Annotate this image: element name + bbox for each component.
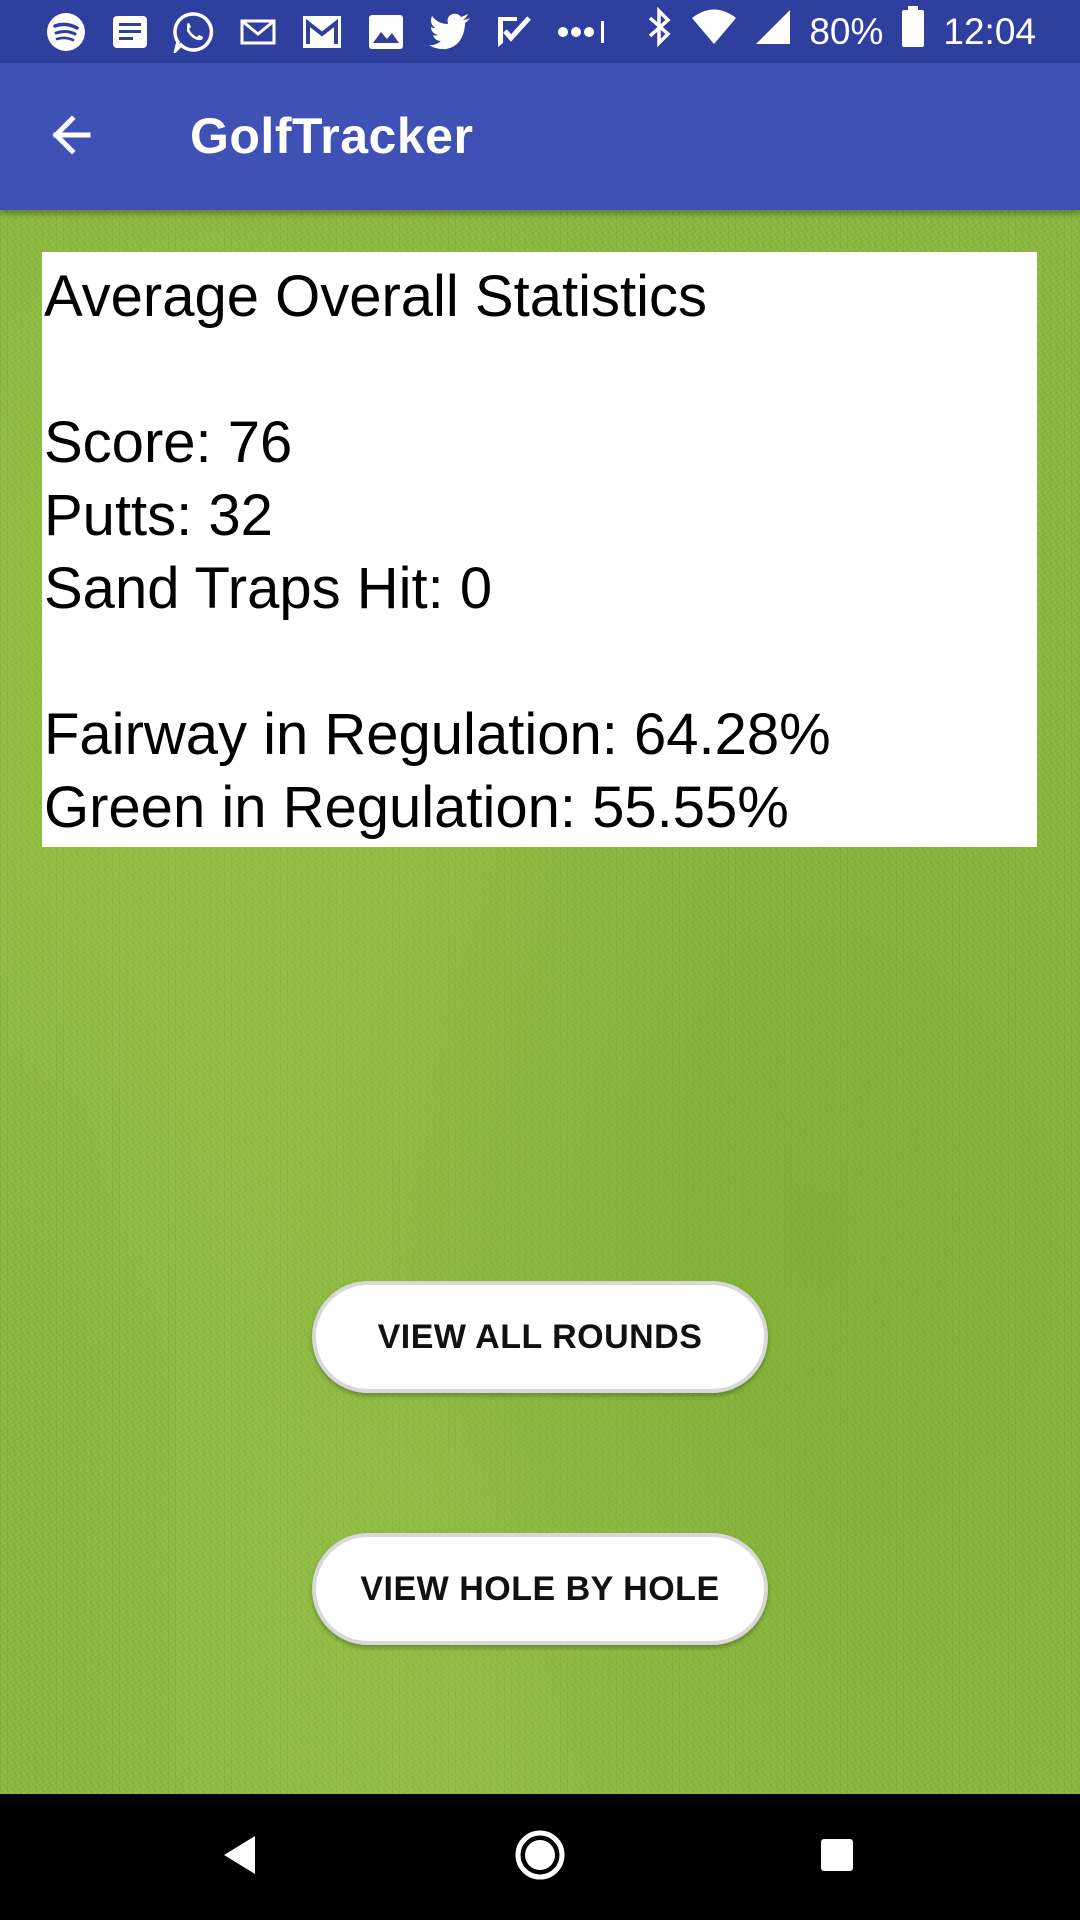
stat-fairway-in-regulation: Fairway in Regulation: 64.28% <box>44 702 831 767</box>
mail-icon <box>236 10 280 54</box>
system-status: 80% 12:04 <box>647 0 1036 63</box>
battery-percentage: 80% <box>809 10 884 52</box>
stats-panel: Average Overall Statistics Score: 76 Put… <box>42 252 1037 847</box>
back-button[interactable] <box>30 95 114 179</box>
twitter-icon <box>428 10 472 54</box>
nav-recents-button[interactable] <box>777 1794 897 1920</box>
stat-sand-traps: Sand Traps Hit: 0 <box>44 556 493 621</box>
nav-home-button[interactable] <box>480 1794 600 1920</box>
app-screen: 80% 12:04 GolfTracker Average Overall St… <box>0 0 1080 1920</box>
app-bar: GolfTracker <box>0 63 1080 210</box>
stat-green-in-regulation: Green in Regulation: 55.55% <box>44 775 789 840</box>
more-notifications-icon <box>556 10 610 54</box>
notification-icons <box>44 0 610 63</box>
navigation-bar <box>0 1794 1080 1920</box>
photos-icon <box>364 10 408 54</box>
bluetooth-icon <box>647 6 673 56</box>
recents-square-icon <box>819 1837 855 1877</box>
view-hole-by-hole-button[interactable]: VIEW HOLE BY HOLE <box>312 1533 768 1645</box>
stat-putts: Putts: 32 <box>44 483 273 548</box>
spotify-icon <box>44 10 88 54</box>
nav-back-button[interactable] <box>180 1794 300 1920</box>
battery-icon <box>901 6 925 57</box>
status-bar: 80% 12:04 <box>0 0 1080 63</box>
home-circle-icon <box>514 1829 566 1885</box>
whatsapp-icon <box>172 10 216 54</box>
gmail-icon <box>300 10 344 54</box>
arrow-back-icon <box>48 111 96 163</box>
app-title: GolfTracker <box>190 108 474 164</box>
wifi-icon <box>691 9 737 54</box>
cell-signal-icon <box>755 9 791 54</box>
clock: 12:04 <box>943 10 1036 52</box>
stat-score: Score: 76 <box>44 410 293 475</box>
back-triangle-icon <box>221 1834 259 1880</box>
stats-heading: Average Overall Statistics <box>44 264 707 329</box>
view-all-rounds-button[interactable]: VIEW ALL ROUNDS <box>312 1281 768 1393</box>
news-icon <box>108 10 152 54</box>
check-app-icon <box>492 10 536 54</box>
